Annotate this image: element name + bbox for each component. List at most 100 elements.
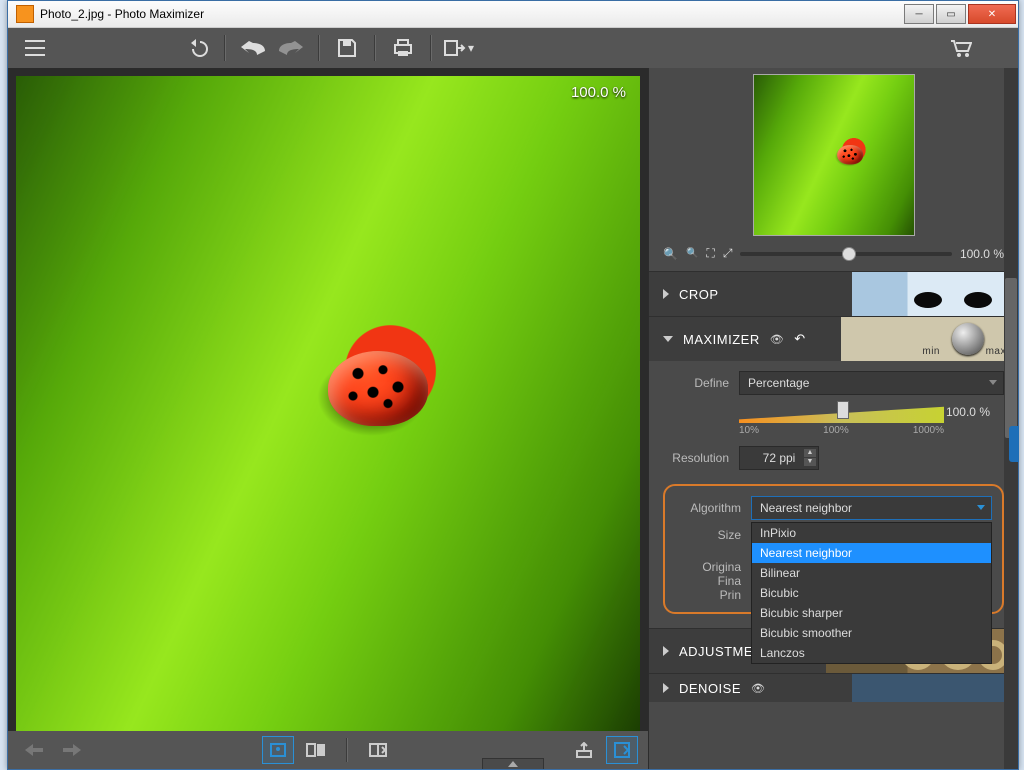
resolution-value: 72 ppi: [763, 451, 796, 465]
actual-size-icon[interactable]: ⤢: [723, 246, 733, 261]
image-viewer: 100.0 %: [8, 68, 648, 769]
bottom-drawer-handle[interactable]: [482, 758, 544, 769]
portrait-icon: [270, 743, 286, 757]
zoom-out-icon[interactable]: 🔍: [686, 248, 698, 259]
upload-icon: [576, 742, 592, 758]
chevron-down-icon: [663, 336, 673, 342]
menu-button[interactable]: [18, 32, 52, 64]
print-label: Prin: [675, 588, 741, 602]
view-split-button[interactable]: [362, 736, 394, 764]
apply-icon: [614, 742, 630, 758]
zoom-in-icon[interactable]: 🔍: [663, 247, 678, 261]
preview-zoom-label: 100.0 %: [960, 247, 1004, 261]
algorithm-option-bicubic-sharper[interactable]: Bicubic sharper: [752, 603, 991, 623]
original-label: Origina: [675, 560, 741, 574]
arrow-left-icon: [25, 744, 43, 756]
window-title: Photo_2.jpg - Photo Maximizer: [40, 7, 204, 21]
panel-maximizer-header[interactable]: MAXIMIZER 👁 ↶ min max: [649, 317, 1018, 361]
app-body: ▾ 100.0 %: [8, 28, 1018, 769]
algorithm-dropdown[interactable]: Nearest neighbor: [751, 496, 992, 520]
export-button[interactable]: ▾: [442, 32, 476, 64]
algorithm-option-bilinear[interactable]: Bilinear: [752, 563, 991, 583]
percent-slider[interactable]: [739, 405, 944, 423]
define-dropdown[interactable]: Percentage: [739, 371, 1004, 395]
canvas-zoom-label: 100.0 %: [571, 84, 626, 101]
zoom-slider[interactable]: [740, 252, 952, 256]
flyout-tab[interactable]: [1009, 426, 1019, 462]
percent-slider-row: 100.0 % 10% 100% 1000%: [663, 405, 1004, 436]
chevron-right-icon: [663, 683, 669, 693]
tick-100: 100%: [823, 425, 849, 436]
size-label: Size: [675, 528, 741, 542]
scrollbar-thumb[interactable]: [1005, 278, 1017, 438]
redo-button[interactable]: [274, 32, 308, 64]
caret-down-icon: [989, 380, 997, 385]
algorithm-option-lanczos[interactable]: Lanczos: [752, 643, 991, 663]
resolution-row: Resolution 72 ppi ▲▼: [663, 446, 1004, 470]
resolution-spinner[interactable]: ▲▼: [804, 449, 816, 466]
visibility-icon[interactable]: 👁: [751, 682, 765, 695]
apply-button[interactable]: [606, 736, 638, 764]
next-image-button[interactable]: [56, 736, 88, 764]
chevron-right-icon: [663, 646, 669, 656]
algorithm-option-nearest[interactable]: Nearest neighbor: [752, 543, 991, 563]
reset-icon[interactable]: ↶: [794, 331, 805, 347]
store-button[interactable]: [944, 32, 978, 64]
maximizer-knob[interactable]: [952, 323, 984, 355]
photo-content: [16, 76, 640, 731]
resolution-input[interactable]: 72 ppi ▲▼: [739, 446, 819, 470]
final-label: Fina: [675, 574, 741, 588]
tick-1000: 1000%: [913, 425, 944, 436]
algorithm-dropdown-list[interactable]: InPixio Nearest neighbor Bilinear Bicubi…: [751, 522, 992, 664]
save-button[interactable]: [330, 32, 364, 64]
algorithm-option-inpixio[interactable]: InPixio: [752, 523, 991, 543]
view-single-button[interactable]: [262, 736, 294, 764]
algorithm-row: Algorithm Nearest neighbor: [675, 496, 992, 520]
arrow-right-icon: [63, 744, 81, 756]
algorithm-option-bicubic[interactable]: Bicubic: [752, 583, 991, 603]
panel-maximizer-title: MAXIMIZER: [683, 332, 760, 347]
redo-icon: [279, 41, 303, 55]
algorithm-option-bicubic-smoother[interactable]: Bicubic smoother: [752, 623, 991, 643]
close-button[interactable]: ✕: [968, 4, 1016, 24]
preview-area: [649, 68, 1018, 240]
split-icon: [369, 743, 387, 757]
tick-10: 10%: [739, 425, 759, 436]
algorithm-value: Nearest neighbor: [760, 501, 852, 515]
maximize-button[interactable]: ▭: [936, 4, 966, 24]
image-canvas[interactable]: 100.0 %: [16, 76, 640, 731]
panel-crop-header[interactable]: CROP: [649, 272, 1018, 316]
panel-denoise-title: DENOISE: [679, 681, 741, 696]
min-label: min: [922, 346, 940, 357]
visibility-icon[interactable]: 👁: [770, 333, 784, 346]
percent-slider-thumb[interactable]: [837, 401, 849, 419]
side-panels: 🔍 🔍 ⛶ ⤢ 100.0 % CROP: [648, 68, 1018, 769]
preview-zoom-controls: 🔍 🔍 ⛶ ⤢ 100.0 %: [649, 240, 1018, 271]
undo-button[interactable]: [236, 32, 270, 64]
undo-all-button[interactable]: [180, 32, 214, 64]
app-window: Photo_2.jpg - Photo Maximizer ─ ▭ ✕: [7, 0, 1019, 770]
view-compare-button[interactable]: [300, 736, 332, 764]
panel-crop-title: CROP: [679, 287, 719, 302]
define-label: Define: [663, 376, 729, 390]
workspace: 100.0 %: [8, 68, 1018, 769]
panels-scrollbar[interactable]: [1004, 68, 1018, 769]
max-label: max: [986, 346, 1006, 357]
titlebar: Photo_2.jpg - Photo Maximizer ─ ▭ ✕: [8, 1, 1018, 28]
print-button[interactable]: [386, 32, 420, 64]
panel-maximizer-body: Define Percentage 100.0 %: [649, 361, 1018, 628]
algorithm-label: Algorithm: [675, 501, 741, 515]
prev-image-button[interactable]: [18, 736, 50, 764]
app-icon: [16, 5, 34, 23]
undo-all-icon: [186, 39, 208, 57]
panel-denoise-header[interactable]: DENOISE 👁: [649, 674, 1018, 702]
panel-crop: CROP: [649, 271, 1018, 316]
zoom-slider-thumb[interactable]: [842, 247, 856, 261]
fit-screen-icon[interactable]: ⛶: [706, 246, 714, 261]
upload-button[interactable]: [568, 736, 600, 764]
main-toolbar: ▾: [8, 28, 1018, 68]
minimize-button[interactable]: ─: [904, 4, 934, 24]
undo-icon: [241, 41, 265, 55]
define-value: Percentage: [748, 376, 809, 390]
preview-thumbnail[interactable]: [753, 74, 915, 236]
